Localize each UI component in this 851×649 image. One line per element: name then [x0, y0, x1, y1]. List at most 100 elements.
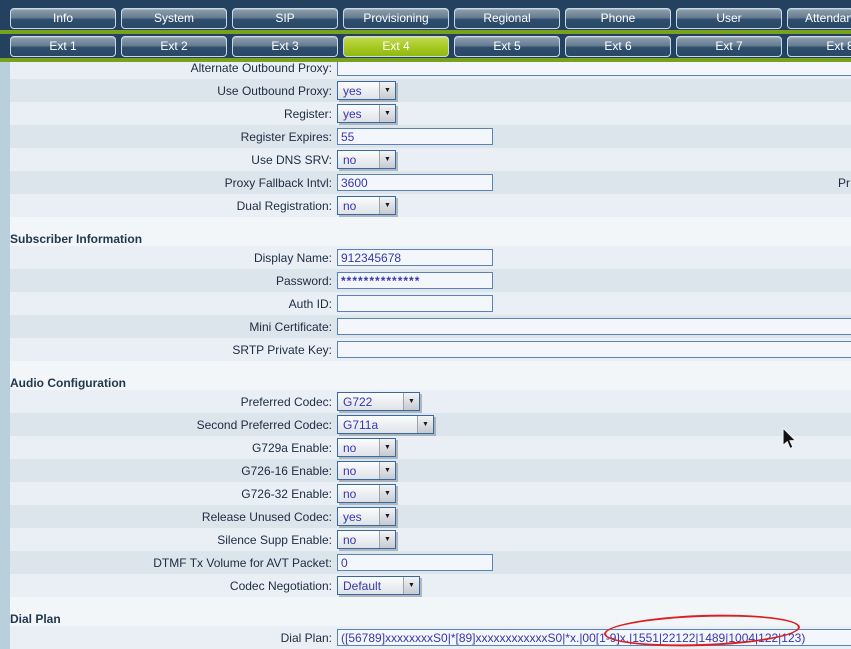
g726-32-enable-selected-value: no: [343, 487, 356, 501]
srtp-private-key-label: SRTP Private Key:: [10, 343, 337, 357]
tab-ext-7[interactable]: Ext 7: [676, 36, 782, 57]
second-preferred-codec-selected-value: G711a: [343, 418, 378, 432]
g726-16-enable-selected-value: no: [343, 464, 356, 478]
dropdown-arrow-icon: ▼: [417, 416, 433, 433]
section-header-label: Audio Configuration: [10, 376, 126, 390]
dropdown-arrow-icon: ▼: [379, 82, 395, 99]
use-dns-srv-selected-value: no: [343, 153, 356, 167]
release-unused-codec-select[interactable]: yes ▼: [337, 507, 396, 526]
tab-ext-8[interactable]: Ext 8: [787, 36, 851, 57]
form-row-use-dns-srv: Use DNS SRV:no▼: [0, 148, 851, 171]
alternate-outbound-proxy-label: Alternate Outbound Proxy:: [10, 62, 337, 75]
use-dns-srv-select[interactable]: no▼: [337, 150, 396, 169]
mini-certificate-label: Mini Certificate:: [10, 320, 337, 334]
preferred-codec-selected-value: G722: [343, 395, 372, 409]
form-rows: Alternate Outbound Proxy:Use Outbound Pr…: [0, 62, 851, 649]
tab-ext-1[interactable]: Ext 1: [10, 36, 116, 57]
second-preferred-codec-label: Second Preferred Codec:: [10, 418, 337, 432]
g726-16-enable-select[interactable]: no ▼: [337, 461, 396, 480]
auth-id-label: Auth ID:: [10, 297, 337, 311]
password-label: Password:: [10, 274, 337, 288]
use-dns-srv-label: Use DNS SRV:: [10, 153, 337, 167]
form-row-register: Register:yes▼: [0, 102, 851, 125]
silence-supp-enable-selected-value: no: [343, 533, 356, 547]
tab-info[interactable]: Info: [10, 8, 116, 29]
dtmf-tx-volume-for-avt-packet-input[interactable]: [337, 554, 493, 571]
tab-ext-3[interactable]: Ext 3: [232, 36, 338, 57]
dropdown-arrow-icon: ▼: [403, 393, 419, 410]
tab-system[interactable]: System: [121, 8, 227, 29]
section-header-label: Subscriber Information: [10, 232, 142, 246]
srtp-private-key-input[interactable]: [337, 341, 851, 358]
form-row-release-unused-codec: Release Unused Codec:yes▼: [0, 505, 851, 528]
dropdown-arrow-icon: ▼: [379, 462, 395, 479]
display-name-input[interactable]: [337, 249, 493, 266]
release-unused-codec-selected-value: yes: [343, 510, 362, 524]
form-row-register-expires: Register Expires:: [0, 125, 851, 148]
preferred-codec-select[interactable]: G722 ▼: [337, 392, 420, 411]
phone-adapter-config-page: InfoSystemSIPProvisioningRegionalPhoneUs…: [0, 0, 851, 649]
g729a-enable-label: G729a Enable:: [10, 441, 337, 455]
dtmf-tx-volume-for-avt-packet-label: DTMF Tx Volume for AVT Packet:: [10, 556, 337, 570]
tab-attendant-co[interactable]: Attendant Co: [787, 8, 851, 29]
form-row-preferred-codec: Preferred Codec: G722 ▼: [0, 390, 851, 413]
silence-supp-enable-select[interactable]: no ▼: [337, 530, 396, 549]
dropdown-arrow-icon: ▼: [403, 577, 419, 594]
form-row-auth-id: Auth ID:: [0, 292, 851, 315]
section-header-audio-configuration: Audio Configuration: [0, 375, 851, 390]
register-select[interactable]: yes ▼: [337, 104, 396, 123]
form-row-g726-32-enable: G726-32 Enable:no▼: [0, 482, 851, 505]
section-header-subscriber-information: Subscriber Information: [0, 231, 851, 246]
tab-ext-4[interactable]: Ext 4: [343, 36, 449, 57]
codec-negotiation-select[interactable]: Default ▼: [337, 576, 420, 595]
password-input[interactable]: [337, 272, 493, 289]
tab-sip[interactable]: SIP: [232, 8, 338, 29]
form-row-alternate-outbound-proxy: Alternate Outbound Proxy:: [0, 62, 851, 79]
auth-id-input[interactable]: [337, 295, 493, 312]
dial-plan-input[interactable]: [337, 629, 851, 646]
mini-certificate-input[interactable]: [337, 318, 851, 335]
second-preferred-codec-select[interactable]: G711a ▼: [337, 415, 434, 434]
form-row-use-outbound-proxy: Use Outbound Proxy:yes▼: [0, 79, 851, 102]
dropdown-arrow-icon: ▼: [379, 485, 395, 502]
g726-32-enable-select[interactable]: no ▼: [337, 484, 396, 503]
tab-ext-5[interactable]: Ext 5: [454, 36, 560, 57]
dropdown-arrow-icon: ▼: [379, 439, 395, 456]
form-row-display-name: Display Name:: [0, 246, 851, 269]
tab-ext-6[interactable]: Ext 6: [565, 36, 671, 57]
dual-registration-label: Dual Registration:: [10, 199, 337, 213]
dropdown-arrow-icon: ▼: [379, 105, 395, 122]
codec-negotiation-selected-value: Default: [343, 579, 381, 593]
dual-registration-select[interactable]: no▼: [337, 196, 396, 215]
section-header-label: Dial Plan: [10, 612, 61, 626]
form-row-proxy-fallback-intvl: Proxy Fallback Intvl: Pr: [0, 171, 851, 194]
g729a-enable-select[interactable]: no▼: [337, 438, 396, 457]
display-name-label: Display Name:: [10, 251, 337, 265]
proxy-fallback-intvl-label: Proxy Fallback Intvl:: [10, 176, 337, 190]
form-row-codec-negotiation: Codec Negotiation: Default ▼: [0, 574, 851, 597]
dropdown-arrow-icon: ▼: [379, 508, 395, 525]
use-outbound-proxy-select[interactable]: yes ▼: [337, 81, 396, 100]
section-header-dial-plan: Dial Plan: [0, 611, 851, 626]
proxy-fallback-intvl-input[interactable]: [337, 174, 493, 191]
tab-provisioning[interactable]: Provisioning: [343, 8, 449, 29]
preferred-codec-label: Preferred Codec:: [10, 395, 337, 409]
form-row-g726-16-enable: G726-16 Enable: no ▼: [0, 459, 851, 482]
form-row-srtp-private-key: SRTP Private Key:: [0, 338, 851, 361]
dropdown-arrow-icon: ▼: [379, 531, 395, 548]
g726-16-enable-label: G726-16 Enable:: [10, 464, 337, 478]
codec-negotiation-label: Codec Negotiation:: [10, 579, 337, 593]
register-expires-input[interactable]: [337, 128, 493, 145]
tab-phone[interactable]: Phone: [565, 8, 671, 29]
tab-ext-2[interactable]: Ext 2: [121, 36, 227, 57]
form-row-dual-registration: Dual Registration:no▼: [0, 194, 851, 217]
register-selected-value: yes: [343, 107, 362, 121]
settings-form-area: Alternate Outbound Proxy:Use Outbound Pr…: [0, 62, 851, 649]
tab-user[interactable]: User: [676, 8, 782, 29]
alternate-outbound-proxy-input[interactable]: [337, 62, 851, 76]
form-row-second-preferred-codec: Second Preferred Codec: G711a ▼: [0, 413, 851, 436]
right-column-label-fragment: Pr: [838, 176, 850, 190]
tab-regional[interactable]: Regional: [454, 8, 560, 29]
ext-tab-bar: Ext 1Ext 2Ext 3Ext 4Ext 5Ext 6Ext 7Ext 8: [0, 34, 851, 58]
use-outbound-proxy-selected-value: yes: [343, 84, 362, 98]
